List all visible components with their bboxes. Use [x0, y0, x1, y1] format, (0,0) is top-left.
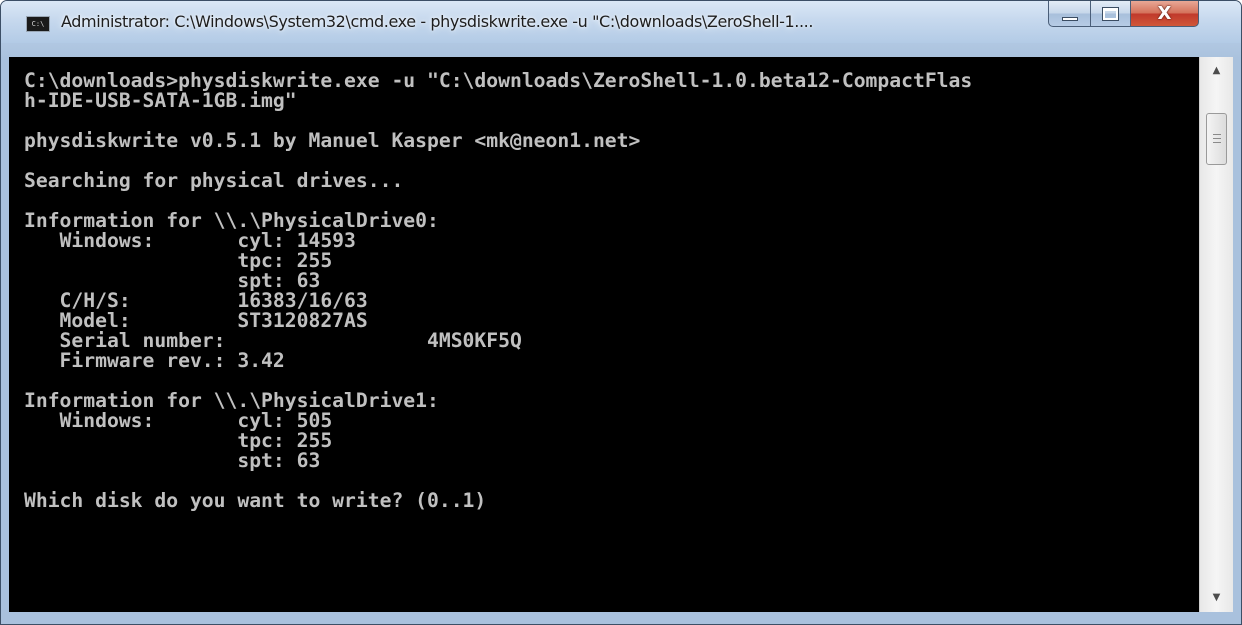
title-bar[interactable]: C:\ Administrator: C:\Windows\System32\c…	[1, 1, 1241, 43]
console-line: Model: ST3120827AS	[24, 309, 368, 332]
console-line: Searching for physical drives...	[24, 169, 404, 192]
console-output[interactable]: C:\downloads>physdiskwrite.exe -u "C:\do…	[9, 57, 1199, 612]
console-line: physdiskwrite v0.5.1 by Manuel Kasper <m…	[24, 129, 641, 152]
maximize-button[interactable]	[1091, 1, 1131, 27]
scroll-up-arrow-icon[interactable]: ▲	[1200, 57, 1233, 85]
console-line: spt: 63	[24, 269, 321, 292]
window-controls: X	[1048, 1, 1199, 29]
cmd-window: C:\ Administrator: C:\Windows\System32\c…	[0, 0, 1242, 625]
maximize-icon	[1102, 6, 1119, 21]
console-line: Information for \\.\PhysicalDrive1:	[24, 389, 439, 412]
console-line: tpc: 255	[24, 429, 333, 452]
cmd-icon[interactable]: C:\	[26, 16, 50, 32]
scrollbar-thumb[interactable]	[1206, 113, 1227, 165]
console-line: Firmware rev.: 3.42	[24, 349, 285, 372]
console-line: C/H/S: 16383/16/63	[24, 289, 368, 312]
console-line: Which disk do you want to write? (0..1)	[24, 489, 487, 512]
grip-line	[1213, 142, 1221, 143]
console-line: spt: 63	[24, 449, 321, 472]
grip-line	[1213, 138, 1221, 139]
console-line: Windows: cyl: 505	[24, 409, 333, 432]
minimize-button[interactable]	[1048, 1, 1091, 27]
close-icon: X	[1157, 2, 1172, 24]
console-line: tpc: 255	[24, 249, 333, 272]
minimize-icon	[1061, 16, 1078, 21]
close-button[interactable]: X	[1131, 1, 1199, 27]
console-line: h-IDE-USB-SATA-1GB.img"	[24, 89, 297, 112]
console-line: Information for \\.\PhysicalDrive0:	[24, 209, 439, 232]
console-line: C:\downloads>physdiskwrite.exe -u "C:\do…	[24, 69, 973, 92]
console-line: Serial number: 4MS0KF5Q	[24, 329, 522, 352]
vertical-scrollbar[interactable]: ▲ ▼	[1199, 57, 1233, 612]
scroll-down-arrow-icon[interactable]: ▼	[1200, 584, 1233, 612]
grip-line	[1213, 134, 1221, 135]
console-line: Windows: cyl: 14593	[24, 229, 356, 252]
window-title: Administrator: C:\Windows\System32\cmd.e…	[61, 12, 814, 31]
